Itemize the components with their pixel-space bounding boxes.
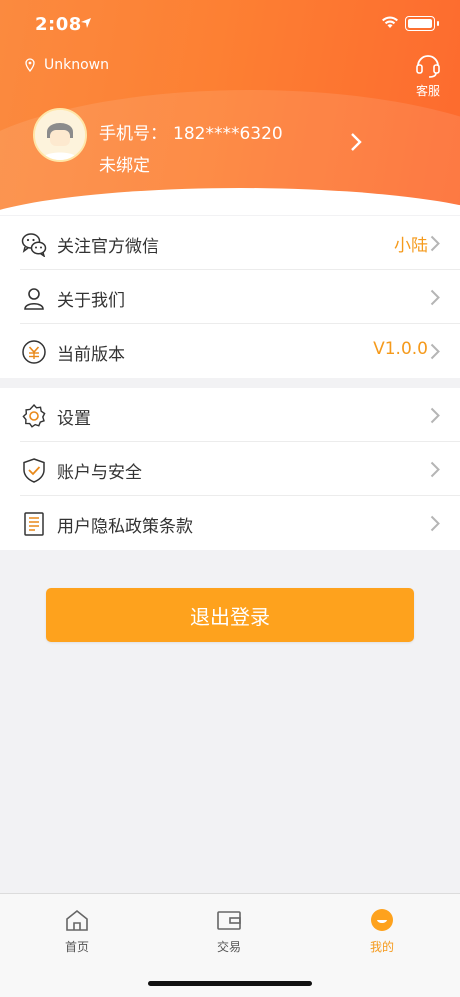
menu-item-account-security[interactable]: 账户与安全 xyxy=(0,442,460,496)
home-indicator xyxy=(148,981,312,986)
chevron-right-icon xyxy=(430,235,440,252)
chevron-right-icon xyxy=(430,461,440,478)
menu-item-label: 用户隐私政策条款 xyxy=(57,517,193,537)
tab-label: 我的 xyxy=(369,940,394,954)
menu-item-label: 关注官方微信 xyxy=(57,237,159,257)
chevron-right-icon xyxy=(430,343,440,360)
menu-item-privacy-policy[interactable]: 用户隐私政策条款 xyxy=(0,496,460,550)
menu-item-version[interactable]: 当前版本 V1.0.0 xyxy=(0,324,460,378)
location-arrow-icon xyxy=(81,18,91,28)
battery-icon xyxy=(405,16,439,31)
profile-icon xyxy=(371,909,393,931)
phone-label: 手机号： xyxy=(99,124,167,144)
profile-chevron-right-icon[interactable] xyxy=(350,132,362,152)
status-bar: 2:08 xyxy=(0,0,460,50)
menu-item-settings[interactable]: 设置 xyxy=(0,388,460,442)
avatar-face-icon xyxy=(35,110,85,160)
location-text: Unknown xyxy=(44,57,109,73)
location-pin-icon xyxy=(25,58,35,72)
avatar[interactable] xyxy=(33,108,87,162)
tab-mine[interactable]: 我的 xyxy=(322,894,442,964)
menu-item-about[interactable]: 关于我们 xyxy=(0,270,460,324)
phone-value: 182****6320 xyxy=(173,124,283,144)
headset-icon xyxy=(416,55,440,78)
home-icon xyxy=(66,909,88,931)
chevron-right-icon xyxy=(430,289,440,306)
tab-trade[interactable]: 交易 xyxy=(169,894,289,964)
user-icon xyxy=(24,288,44,310)
shield-icon xyxy=(23,458,45,483)
menu-item-label: 账户与安全 xyxy=(57,463,142,483)
menu-item-label: 设置 xyxy=(57,409,91,429)
menu-item-label: 关于我们 xyxy=(57,291,125,311)
phone-number: 手机号： 182****6320 xyxy=(99,119,283,144)
menu-item-wechat[interactable]: 关注官方微信 小陆 xyxy=(0,216,460,270)
version-value: V1.0.0 xyxy=(373,339,428,359)
chevron-right-icon xyxy=(430,407,440,424)
tab-label: 首页 xyxy=(64,940,89,954)
wechat-value: 小陆 xyxy=(394,236,428,256)
wifi-icon xyxy=(382,16,398,28)
menu-group-1: 关注官方微信 小陆 关于我们 当前版本 V1.0.0 xyxy=(0,216,460,378)
location[interactable]: Unknown xyxy=(25,57,109,73)
wechat-icon xyxy=(21,233,47,257)
tab-label: 交易 xyxy=(216,940,241,954)
wallet-icon xyxy=(217,911,241,930)
status-time: 2:08 xyxy=(35,14,82,35)
chevron-right-icon xyxy=(430,515,440,532)
customer-service-button[interactable]: 客服 xyxy=(412,51,444,99)
gear-icon xyxy=(22,403,46,428)
customer-service-label: 客服 xyxy=(415,84,440,98)
menu-group-2: 设置 账户与安全 用户隐私政策条款 xyxy=(0,388,460,550)
document-icon xyxy=(24,512,44,536)
bind-status: 未绑定 xyxy=(99,156,150,176)
logout-button[interactable]: 退出登录 xyxy=(46,588,414,642)
tab-home[interactable]: 首页 xyxy=(17,894,137,964)
menu-item-label: 当前版本 xyxy=(57,345,125,365)
version-icon xyxy=(22,340,46,364)
